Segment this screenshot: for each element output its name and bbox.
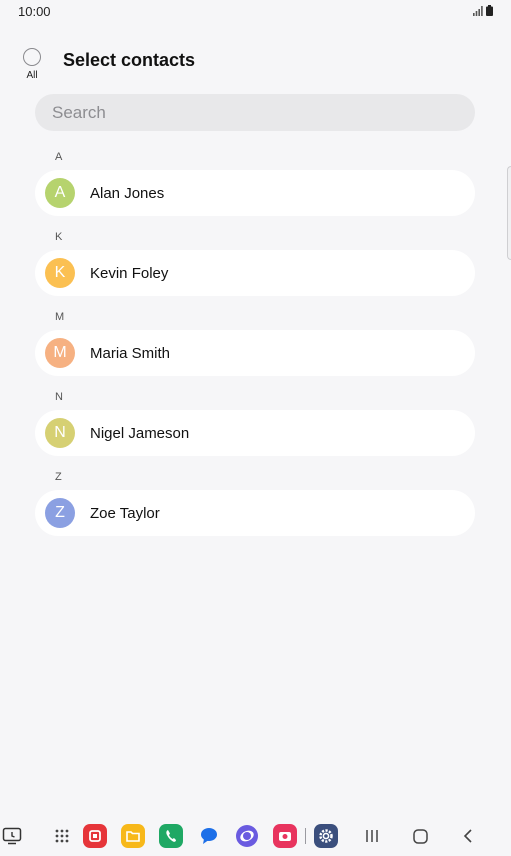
- header: All Select contacts: [0, 44, 511, 84]
- apps-grid-icon[interactable]: [50, 824, 74, 848]
- select-all-circle-icon[interactable]: [23, 48, 41, 66]
- select-all-checkbox[interactable]: All: [22, 48, 42, 81]
- avatar: Z: [45, 498, 75, 528]
- avatar: K: [45, 258, 75, 288]
- contact-row[interactable]: M Maria Smith: [35, 330, 475, 376]
- search-bar[interactable]: [35, 94, 475, 131]
- status-time: 10:00: [18, 3, 51, 19]
- navigation-bar: [0, 816, 511, 856]
- contact-row[interactable]: Z Zoe Taylor: [35, 490, 475, 536]
- battery-icon: [486, 4, 493, 19]
- section-header-m: M: [55, 311, 65, 323]
- select-all-label: All: [26, 70, 38, 81]
- status-bar: 10:00: [0, 0, 511, 22]
- section-header-a: A: [55, 151, 63, 163]
- files-app-icon[interactable]: [121, 824, 145, 848]
- section-header-n: N: [55, 391, 63, 403]
- internet-app-icon[interactable]: [235, 824, 259, 848]
- contact-row[interactable]: K Kevin Foley: [35, 250, 475, 296]
- avatar: M: [45, 338, 75, 368]
- camera-app-icon[interactable]: [273, 824, 297, 848]
- contact-name: Nigel Jameson: [90, 424, 190, 442]
- edge-panel-handle[interactable]: [507, 166, 511, 260]
- contact-list: A A Alan Jones K K Kevin Foley M M Maria Smith N N…: [35, 144, 475, 544]
- section-header-k: K: [55, 231, 63, 243]
- avatar: N: [45, 418, 75, 448]
- messages-app-icon[interactable]: [197, 824, 221, 848]
- contact-row[interactable]: A Alan Jones: [35, 170, 475, 216]
- nav-divider: [305, 828, 306, 844]
- contact-name: Alan Jones: [90, 184, 165, 202]
- section-header-z: Z: [55, 471, 62, 483]
- contact-name: Kevin Foley: [90, 264, 169, 282]
- recents-icon[interactable]: [360, 824, 384, 848]
- home-icon[interactable]: [408, 824, 432, 848]
- screen-capture-icon[interactable]: [0, 824, 24, 848]
- status-icons: [473, 4, 493, 19]
- search-input[interactable]: [52, 102, 475, 123]
- contact-name: Zoe Taylor: [90, 504, 160, 522]
- contact-name: Maria Smith: [90, 344, 171, 362]
- contact-row[interactable]: N Nigel Jameson: [35, 410, 475, 456]
- avatar: A: [45, 178, 75, 208]
- settings-app-icon[interactable]: [314, 824, 338, 848]
- signal-icon: [473, 4, 483, 19]
- flipboard-app-icon[interactable]: [83, 824, 107, 848]
- phone-app-icon[interactable]: [159, 824, 183, 848]
- page-title: Select contacts: [63, 50, 196, 70]
- back-icon[interactable]: [456, 824, 480, 848]
